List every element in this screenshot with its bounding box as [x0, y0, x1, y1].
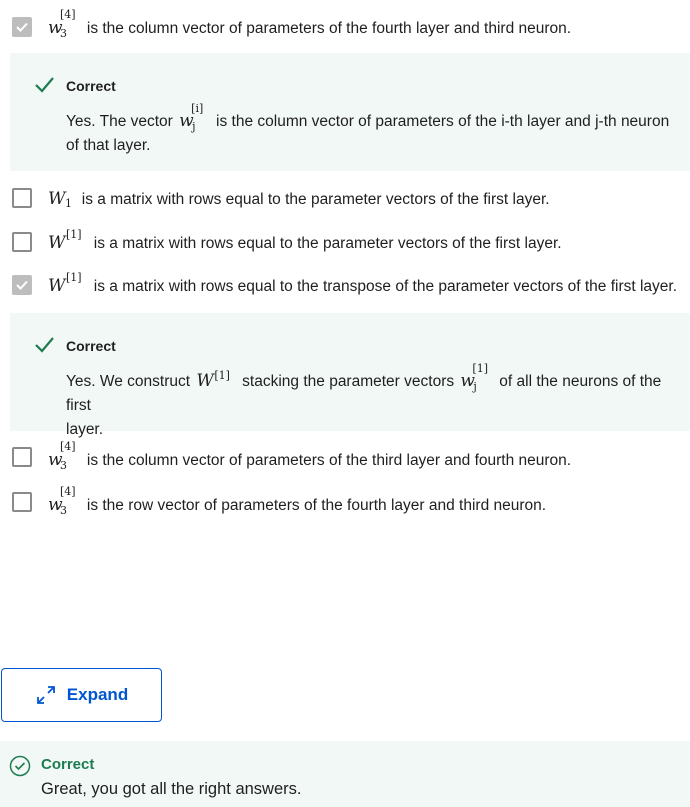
feedback-title: Correct [66, 338, 116, 354]
feedback-text: Yes. We construct W [1] stacking the para… [66, 362, 662, 438]
option-2-label: W1 is a matrix with rows equal to the pa… [48, 189, 550, 210]
option-3-symbol: W [1] [48, 228, 82, 253]
feedback-symbol: w [i] j [179, 102, 204, 133]
expand-arrows-icon [36, 686, 55, 704]
option-2-text: is a matrix with rows equal to the param… [81, 191, 550, 208]
expand-label: Expand [66, 685, 129, 704]
option-3-text: is a matrix with rows equal to the param… [93, 235, 562, 252]
checkmark-icon [35, 77, 54, 93]
check-icon [16, 280, 28, 290]
checkmark-icon [35, 337, 54, 353]
result-message: Great, you got all the right answers. [41, 780, 302, 798]
result-title: Correct [41, 756, 95, 773]
option-3[interactable]: W [1] is a matrix with rows equal to the … [0, 228, 690, 256]
option-1-label: w [4] 3 is the column vector of parameters… [48, 8, 572, 40]
option-2[interactable]: W1 is a matrix with rows equal to the pa… [0, 186, 690, 212]
option-6-checkbox[interactable] [12, 492, 32, 512]
option-6-symbol: w [4] 3 [48, 485, 76, 517]
result-banner: Correct Great, you got all the right ans… [0, 741, 690, 807]
feedback-text: Yes. The vector w [i] j is the column vect… [66, 102, 670, 154]
option-4-symbol: W [1] [48, 271, 82, 296]
option-5-checkbox[interactable] [12, 447, 32, 467]
feedback-symbol-w: w [1] j [460, 362, 489, 393]
option-6-label: w [4] 3 is the row vector of parameters of… [48, 485, 547, 517]
option-1-checkbox[interactable] [12, 17, 32, 37]
option-1-symbol: w [4] 3 [48, 8, 76, 40]
feedback-symbol-W: W [1] [196, 369, 230, 391]
option-1-text: is the column vector of parameters of th… [86, 20, 572, 37]
feedback-correct-2: Correct Yes. We construct W [1] stacking … [10, 313, 690, 438]
option-4-checkbox[interactable] [12, 275, 32, 295]
option-3-checkbox[interactable] [12, 232, 32, 252]
feedback-title: Correct [66, 78, 116, 94]
option-6-text: is the row vector of parameters of the f… [86, 497, 547, 514]
option-5-symbol: w [4] 3 [48, 440, 76, 472]
option-2-checkbox[interactable] [12, 188, 32, 208]
option-5-text: is the column vector of parameters of th… [86, 452, 572, 469]
check-circle-icon [9, 755, 31, 777]
option-5[interactable]: w [4] 3 is the column vector of parameters… [0, 440, 690, 472]
expand-button[interactable]: Expand [1, 668, 162, 722]
option-4-label: W [1] is a matrix with rows equal to the … [48, 271, 678, 296]
option-3-label: W [1] is a matrix with rows equal to the … [48, 228, 562, 253]
option-4[interactable]: W [1] is a matrix with rows equal to the … [0, 271, 690, 299]
option-2-symbol: W1 [48, 189, 72, 210]
option-6[interactable]: w [4] 3 is the row vector of parameters of… [0, 485, 690, 517]
feedback-correct-1: Correct Yes. The vector w [i] j is the col… [10, 53, 690, 171]
option-5-label: w [4] 3 is the column vector of parameters… [48, 440, 572, 472]
option-4-text: is a matrix with rows equal to the trans… [93, 278, 678, 295]
check-icon [16, 22, 28, 32]
option-1[interactable]: w [4] 3 is the column vector of parameters… [0, 8, 690, 40]
